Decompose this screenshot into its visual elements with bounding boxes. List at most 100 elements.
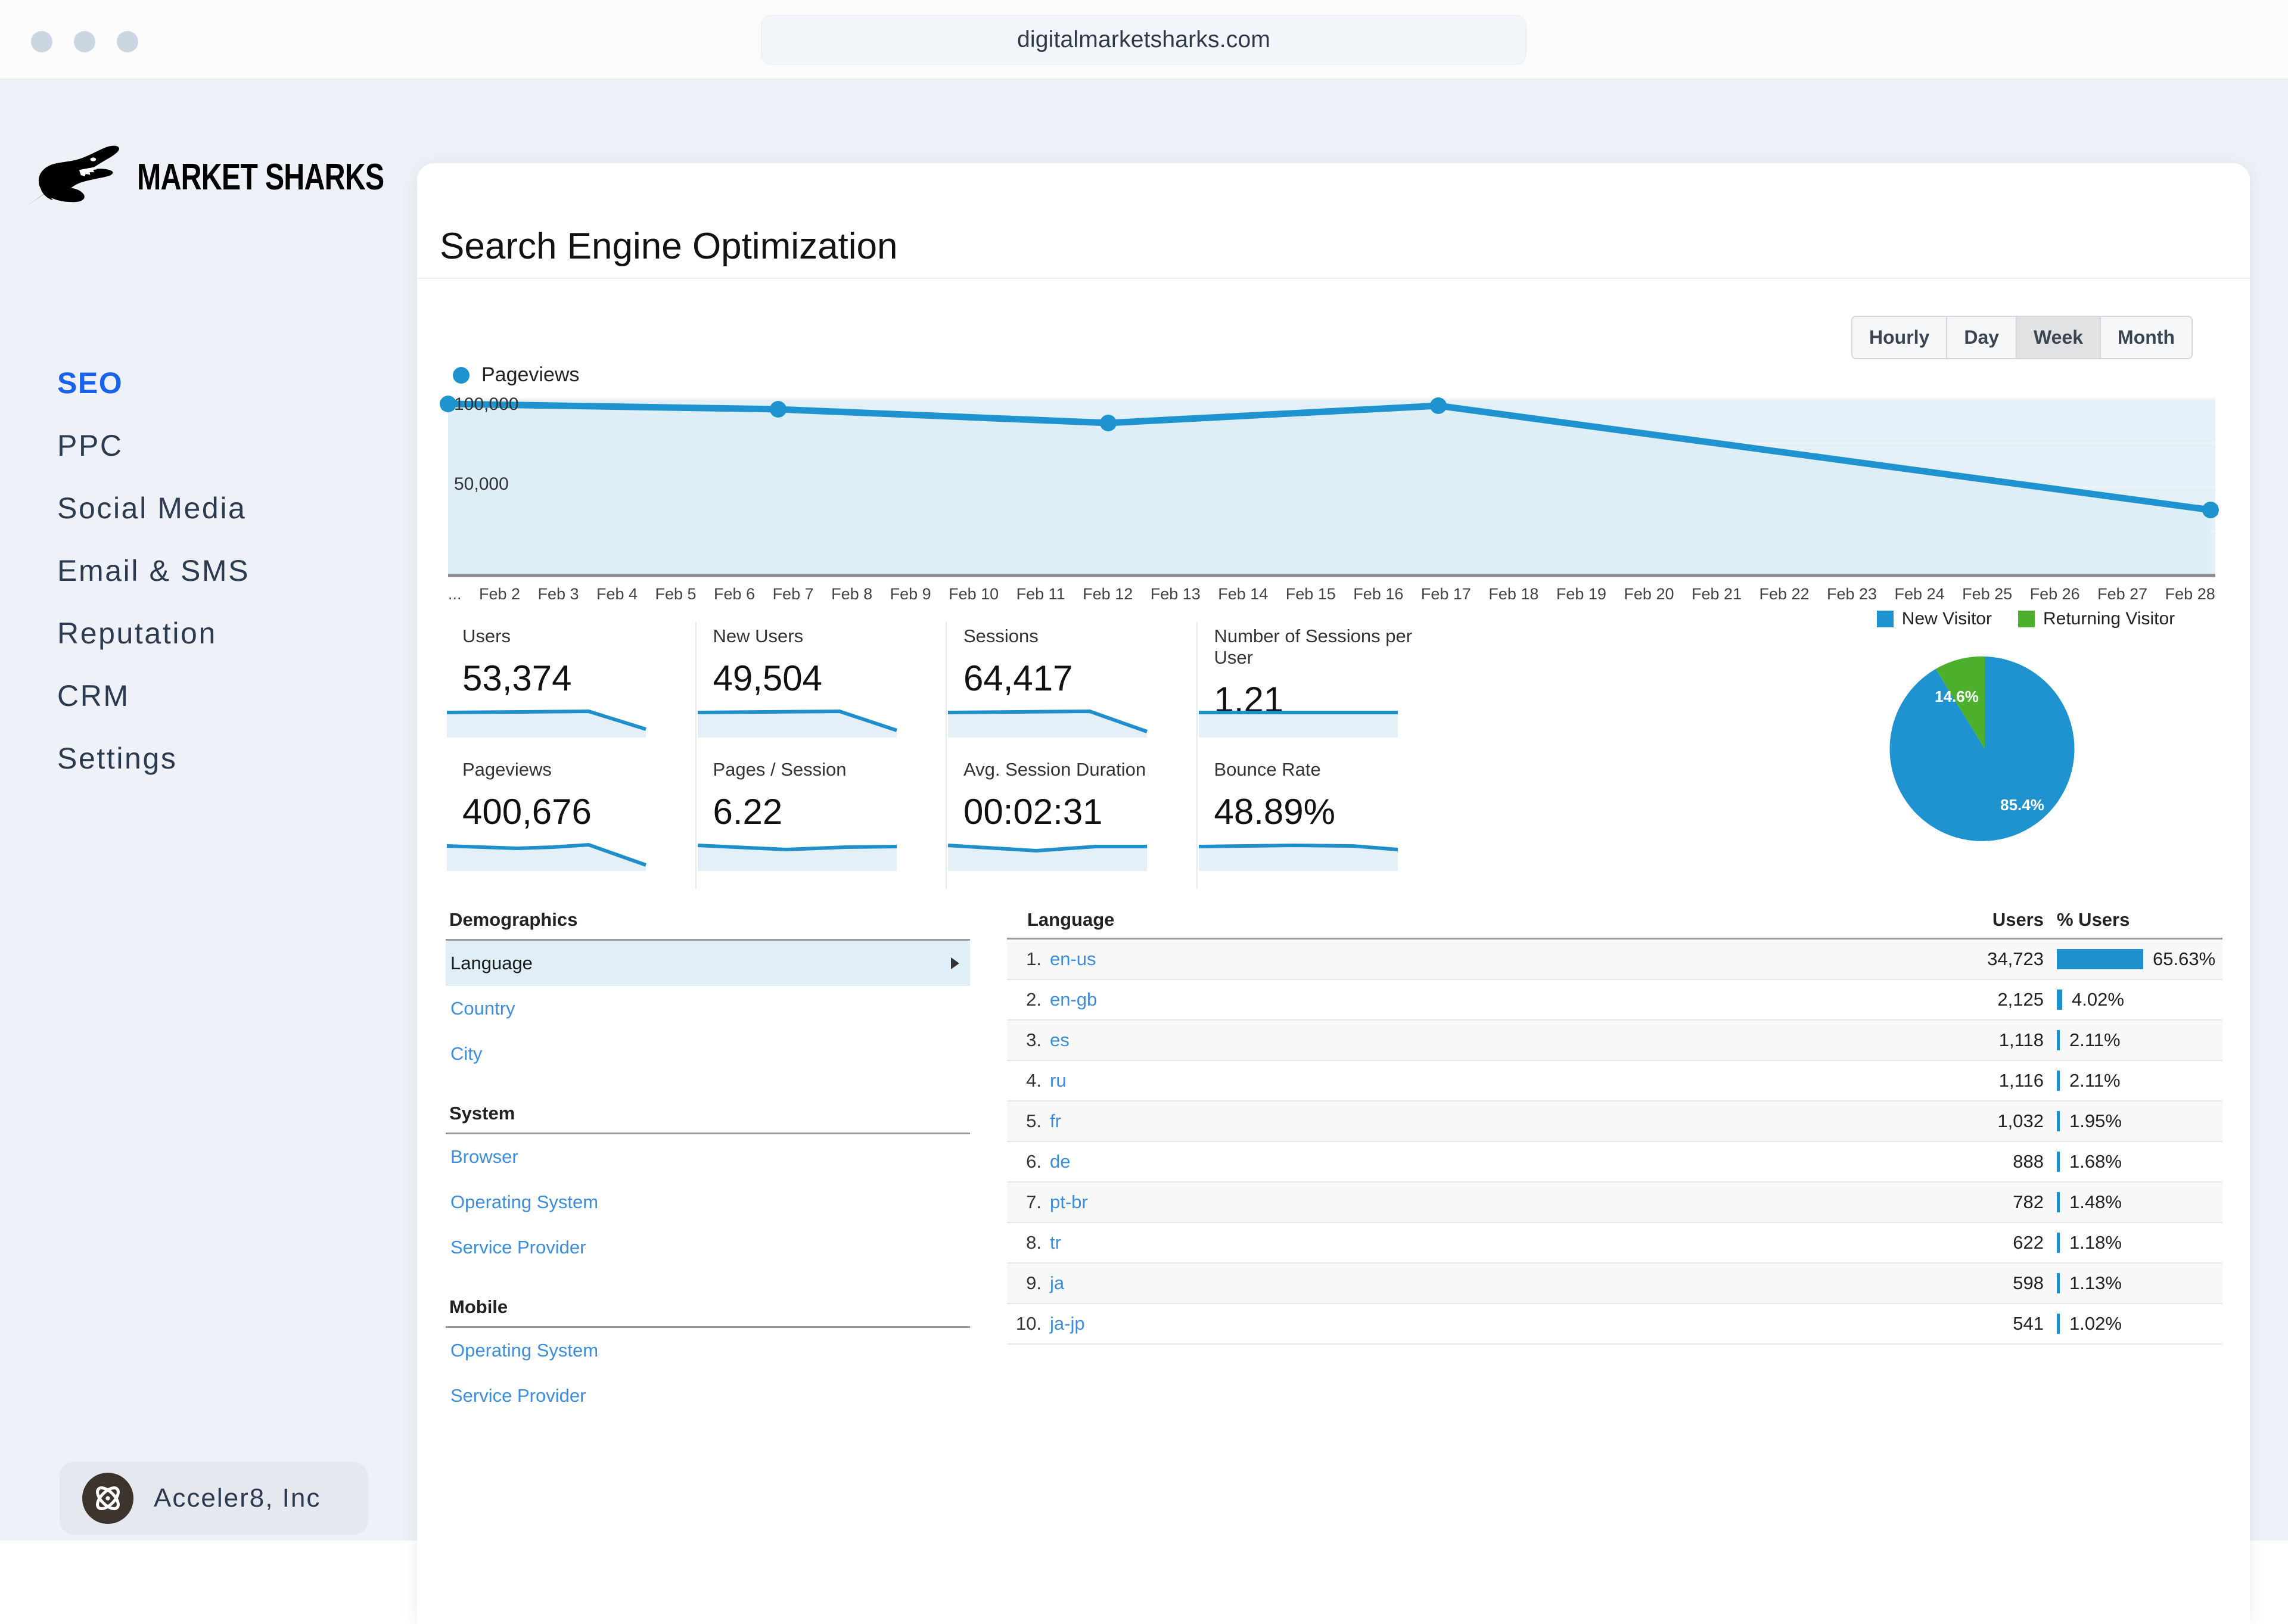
visitor-type-pie-chart: New Visitor Returning Visitor 14.6% 85.4… bbox=[1859, 609, 2193, 883]
dimension-item-system-operating-system[interactable]: Operating System bbox=[446, 1180, 970, 1225]
table-row[interactable]: 4.ru1,1162.11% bbox=[1007, 1061, 2222, 1102]
pct-users-cell: 65.63% bbox=[2044, 948, 2222, 970]
row-rank: 8. bbox=[1007, 1232, 1042, 1253]
x-tick: Feb 16 bbox=[1353, 585, 1403, 603]
dimension-item-country[interactable]: Country bbox=[446, 986, 970, 1031]
dimension-label: Operating System bbox=[450, 1191, 598, 1213]
sparkline bbox=[697, 705, 898, 739]
close-window-button[interactable] bbox=[31, 31, 52, 52]
metric-card-sessions[interactable]: Sessions 64,417 bbox=[947, 622, 1198, 755]
x-tick: ... bbox=[448, 585, 462, 603]
line-chart-legend: Pageviews bbox=[453, 363, 579, 387]
x-tick: Feb 9 bbox=[890, 585, 931, 603]
dimension-item-language[interactable]: Language bbox=[446, 941, 970, 986]
metric-card-avg-session-duration[interactable]: Avg. Session Duration 00:02:31 bbox=[947, 755, 1198, 889]
metric-value: 53,374 bbox=[462, 658, 695, 699]
row-rank: 1. bbox=[1007, 948, 1042, 970]
row-rank: 5. bbox=[1007, 1110, 1042, 1132]
table-body: 1.en-us34,72365.63%2.en-gb2,1254.02%3.es… bbox=[1007, 939, 2222, 1345]
sidebar-item-settings[interactable]: Settings bbox=[57, 741, 391, 776]
line-chart-plot: 100,000 50,000 bbox=[417, 391, 2250, 587]
language-link[interactable]: de bbox=[1042, 1151, 1907, 1172]
pie-legend-new-visitor[interactable]: New Visitor bbox=[1877, 609, 1992, 629]
table-row[interactable]: 3.es1,1182.11% bbox=[1007, 1021, 2222, 1061]
x-tick: Feb 27 bbox=[2097, 585, 2147, 603]
sidebar-item-email-sms[interactable]: Email & SMS bbox=[57, 553, 391, 588]
address-bar[interactable]: digitalmarketsharks.com bbox=[761, 15, 1527, 65]
dimension-item-mobile-service-provider[interactable]: Service Provider bbox=[446, 1373, 970, 1418]
card-header: Search Engine Optimization bbox=[417, 163, 2250, 279]
sparkline bbox=[446, 705, 647, 739]
table-row[interactable]: 9.ja5981.13% bbox=[1007, 1264, 2222, 1304]
pie-legend-returning-visitor[interactable]: Returning Visitor bbox=[2018, 609, 2175, 629]
org-switcher[interactable]: Acceler8, Inc bbox=[60, 1462, 368, 1535]
sidebar-item-social-media[interactable]: Social Media bbox=[57, 491, 391, 525]
language-link[interactable]: es bbox=[1042, 1029, 1907, 1051]
x-tick: Feb 15 bbox=[1286, 585, 1336, 603]
pct-users-cell: 1.48% bbox=[2044, 1191, 2222, 1213]
table-row[interactable]: 5.fr1,0321.95% bbox=[1007, 1102, 2222, 1142]
metric-card-pages-per-session[interactable]: Pages / Session 6.22 bbox=[697, 755, 947, 889]
language-link[interactable]: ru bbox=[1042, 1070, 1907, 1091]
dimension-item-city[interactable]: City bbox=[446, 1031, 970, 1077]
metric-cards-grid: Users 53,374 New Users 49,504 bbox=[446, 622, 1447, 889]
sidebar-item-crm[interactable]: CRM bbox=[57, 679, 391, 713]
table-row[interactable]: 1.en-us34,72365.63% bbox=[1007, 939, 2222, 980]
metric-card-bounce-rate[interactable]: Bounce Rate 48.89% bbox=[1198, 755, 1447, 889]
pct-users-bar bbox=[2057, 1152, 2060, 1172]
pct-users-bar bbox=[2057, 1192, 2060, 1212]
users-value: 782 bbox=[1907, 1191, 2044, 1213]
column-header-pct-users[interactable]: % Users bbox=[2044, 909, 2222, 931]
metric-card-pageviews[interactable]: Pageviews 400,676 bbox=[446, 755, 697, 889]
dimension-item-browser[interactable]: Browser bbox=[446, 1134, 970, 1180]
column-header-users[interactable]: Users bbox=[1907, 909, 2044, 931]
chevron-right-icon bbox=[951, 957, 959, 969]
dimension-item-mobile-operating-system[interactable]: Operating System bbox=[446, 1328, 970, 1373]
x-tick: Feb 2 bbox=[479, 585, 520, 603]
sidebar-item-ppc[interactable]: PPC bbox=[57, 428, 391, 463]
metric-label: New Users bbox=[713, 626, 946, 647]
pageviews-legend-swatch-icon bbox=[453, 367, 470, 384]
metric-card-sessions-per-user[interactable]: Number of Sessions per User 1.21 bbox=[1198, 622, 1447, 755]
pie-label-new: 85.4% bbox=[2000, 796, 2044, 814]
language-link[interactable]: ja-jp bbox=[1042, 1313, 1907, 1334]
pct-users-value: 2.11% bbox=[2069, 1070, 2121, 1091]
x-tick: Feb 14 bbox=[1218, 585, 1268, 603]
dimension-item-system-service-provider[interactable]: Service Provider bbox=[446, 1225, 970, 1270]
sidebar-item-reputation[interactable]: Reputation bbox=[57, 616, 391, 651]
table-row[interactable]: 8.tr6221.18% bbox=[1007, 1223, 2222, 1264]
language-link[interactable]: pt-br bbox=[1042, 1191, 1907, 1213]
pct-users-bar bbox=[2057, 1273, 2060, 1293]
pct-users-value: 2.11% bbox=[2069, 1029, 2121, 1051]
maximize-window-button[interactable] bbox=[117, 31, 138, 52]
language-link[interactable]: en-gb bbox=[1042, 989, 1907, 1010]
language-link[interactable]: en-us bbox=[1042, 948, 1907, 970]
column-header-language[interactable]: Language bbox=[1007, 909, 1907, 931]
users-value: 888 bbox=[1907, 1151, 2044, 1172]
metric-card-users[interactable]: Users 53,374 bbox=[446, 622, 697, 755]
x-tick: Feb 17 bbox=[1421, 585, 1471, 603]
row-rank: 6. bbox=[1007, 1151, 1042, 1172]
dimension-label: Service Provider bbox=[450, 1237, 586, 1258]
minimize-window-button[interactable] bbox=[74, 31, 95, 52]
range-button-week[interactable]: Week bbox=[2017, 317, 2101, 358]
range-button-month[interactable]: Month bbox=[2101, 317, 2191, 358]
pct-users-cell: 4.02% bbox=[2044, 989, 2222, 1010]
pie-chart-plot: 14.6% 85.4% bbox=[1886, 651, 2083, 847]
range-button-day[interactable]: Day bbox=[1947, 317, 2017, 358]
metric-card-new-users[interactable]: New Users 49,504 bbox=[697, 622, 947, 755]
metric-label: Users bbox=[462, 626, 695, 647]
range-button-hourly[interactable]: Hourly bbox=[1852, 317, 1947, 358]
language-link[interactable]: ja bbox=[1042, 1273, 1907, 1294]
sidebar-item-seo[interactable]: SEO bbox=[57, 366, 391, 400]
language-link[interactable]: tr bbox=[1042, 1232, 1907, 1253]
table-row[interactable]: 7.pt-br7821.48% bbox=[1007, 1183, 2222, 1223]
table-row[interactable]: 10.ja-jp5411.02% bbox=[1007, 1304, 2222, 1345]
sparkline bbox=[947, 705, 1148, 739]
address-bar-text: digitalmarketsharks.com bbox=[1017, 27, 1270, 53]
table-row[interactable]: 2.en-gb2,1254.02% bbox=[1007, 980, 2222, 1021]
language-link[interactable]: fr bbox=[1042, 1110, 1907, 1132]
table-row[interactable]: 6.de8881.68% bbox=[1007, 1142, 2222, 1183]
x-tick: Feb 11 bbox=[1016, 585, 1065, 603]
pct-users-cell: 2.11% bbox=[2044, 1029, 2222, 1051]
